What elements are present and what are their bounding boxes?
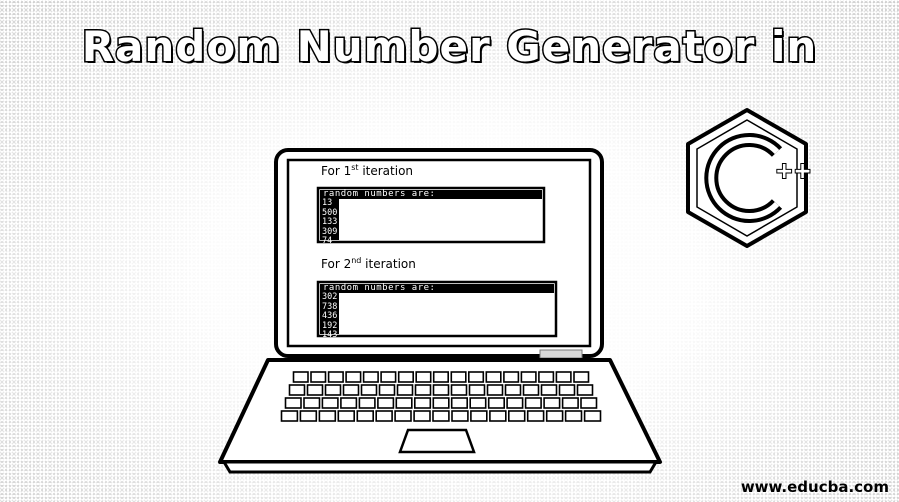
- keyboard-key: [555, 371, 572, 383]
- keyboard-key: [450, 384, 468, 396]
- keyboard-key: [469, 397, 487, 409]
- keyboard-key: [489, 410, 507, 422]
- watermark: www.educba.com: [740, 478, 889, 496]
- keyboard-key: [520, 371, 537, 383]
- keyboard-key: [362, 371, 379, 383]
- keyboard-key: [470, 410, 488, 422]
- keyboard-key: [486, 384, 504, 396]
- keyboard-key: [503, 371, 520, 383]
- keyboard-key: [450, 397, 469, 409]
- value-item: 74: [322, 236, 333, 246]
- keyboard-key: [358, 397, 376, 409]
- iteration-heading-1: For 1st iteration: [321, 163, 414, 178]
- keyboard-key: [340, 397, 358, 409]
- keyboard-key: [413, 410, 431, 422]
- keyboard-key: [467, 371, 485, 383]
- keyboard-key: [310, 371, 327, 383]
- keyboard-key: [318, 410, 337, 422]
- keyboard-key: [321, 397, 339, 409]
- keyboard-key: [526, 410, 545, 422]
- keyboard-key: [524, 397, 542, 409]
- keyboard-key: [432, 371, 450, 383]
- keyboard-key: [522, 384, 540, 396]
- keyboard-key: [377, 397, 395, 409]
- keyboard-key: [342, 384, 360, 396]
- keyboard-key: [413, 397, 432, 409]
- keyboard-key: [561, 397, 579, 409]
- keyboard-key: [375, 410, 393, 422]
- keyboard-key: [543, 397, 561, 409]
- touchpad: [398, 428, 476, 454]
- keyboard-key: [360, 384, 378, 396]
- keyboard-key: [356, 410, 374, 422]
- keyboard-key: [378, 384, 396, 396]
- keyboard-key: [414, 384, 432, 396]
- keyboard-key: [573, 371, 590, 383]
- terminal-header-1: random numbers are:: [323, 189, 436, 199]
- keyboard-key: [288, 384, 306, 396]
- keyboard-key: [303, 397, 321, 409]
- laptop-illustration: [218, 108, 808, 474]
- keyboard-key: [432, 410, 450, 422]
- keyboard-key: [451, 410, 469, 422]
- keyboard-key: [327, 371, 344, 383]
- keyboard-key: [337, 410, 355, 422]
- keyboard-key: [324, 384, 342, 396]
- keyboard-key: [394, 410, 412, 422]
- laptop-hinge: [539, 349, 583, 359]
- value-item: 143: [322, 330, 338, 340]
- keyboard-key: [395, 397, 413, 409]
- keyboard-key: [540, 384, 558, 396]
- keyboard-key: [545, 410, 564, 422]
- keyboard-key: [576, 384, 594, 396]
- terminal-header-2: random numbers are:: [323, 283, 436, 293]
- keyboard-key: [564, 410, 583, 422]
- keyboard-key: [538, 371, 555, 383]
- keyboard-key: [397, 371, 415, 383]
- laptop-base-edge: [221, 460, 659, 474]
- keyboard-key: [292, 371, 309, 383]
- keyboard-key: [487, 397, 506, 409]
- keyboard-key: [507, 410, 526, 422]
- keyboard-key: [468, 384, 486, 396]
- iteration-heading-2: For 2nd iteration: [321, 256, 416, 271]
- keyboard-key: [284, 397, 302, 409]
- keyboard-key: [580, 397, 598, 409]
- keyboard-key: [396, 384, 414, 396]
- keyboard-key: [415, 371, 432, 383]
- terminal-values-1: 13 500 133 309 74: [322, 198, 337, 247]
- cpp-logo-plus: ++: [774, 158, 813, 185]
- keyboard-key: [299, 410, 318, 422]
- keyboard-key: [506, 397, 524, 409]
- keyboard-key: [485, 371, 502, 383]
- keyboard-key: [280, 410, 299, 422]
- keyboard-key: [432, 384, 450, 396]
- keyboard-key: [306, 384, 324, 396]
- terminal-values-2: 302 738 436 192 143: [322, 292, 338, 341]
- keyboard-key: [583, 410, 602, 422]
- keyboard-key: [380, 371, 397, 383]
- keyboard-key: [345, 371, 362, 383]
- keyboard-key: [450, 371, 467, 383]
- keyboard-key: [432, 397, 450, 409]
- keyboard-key: [558, 384, 576, 396]
- keyboard-key: [504, 384, 522, 396]
